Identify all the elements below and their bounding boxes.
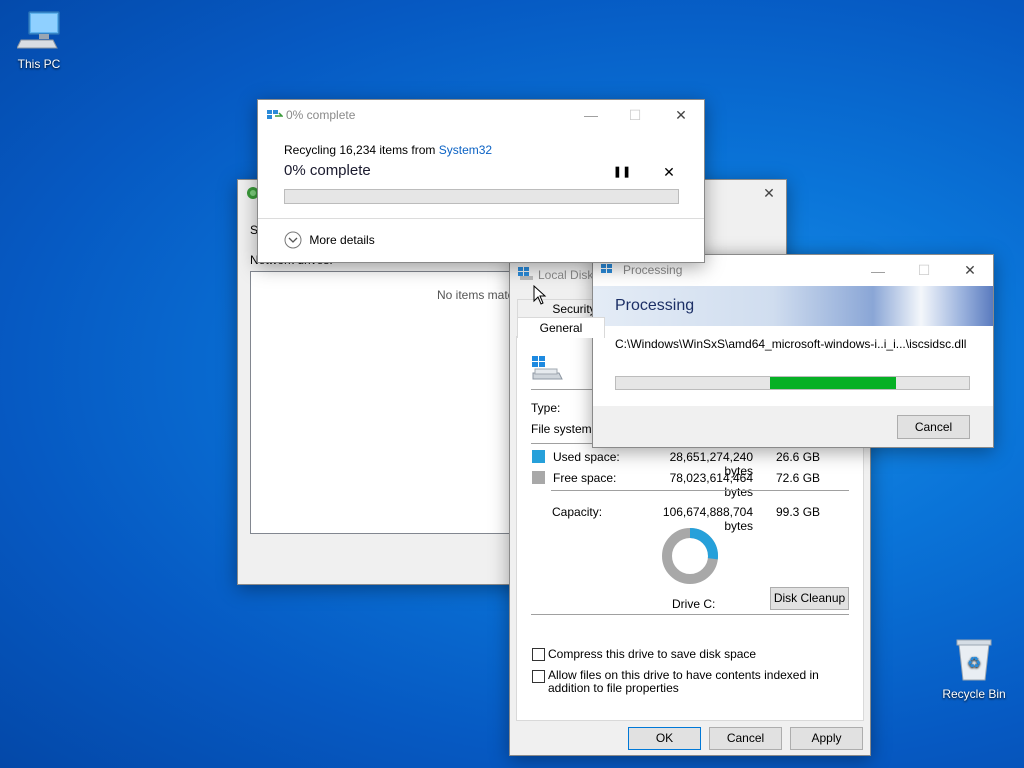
ok-label: OK: [655, 731, 674, 745]
recycle-window-title: 0% complete: [286, 108, 356, 122]
disk-cleanup-button[interactable]: Disk Cleanup: [770, 587, 849, 610]
recycle-divider: [258, 218, 704, 219]
pause-button[interactable]: ❚❚: [610, 162, 634, 182]
more-details-label: More details: [309, 233, 375, 247]
divider-bottom: [531, 614, 849, 615]
recycle-bin-desktop-icon[interactable]: ♻ Recycle Bin: [934, 638, 1014, 701]
used-space-label: Used space:: [553, 450, 620, 464]
recycle-bin-label: Recycle Bin: [942, 687, 1006, 701]
used-space-swatch: [532, 450, 545, 463]
properties-cancel-button[interactable]: Cancel: [709, 727, 782, 750]
properties-title: Local Disk (C:) Properties: [538, 268, 594, 282]
recycle-minimize-button[interactable]: —: [568, 100, 614, 130]
free-space-swatch: [532, 471, 545, 484]
recycle-status-line: Recycling 16,234 items from System32: [284, 143, 492, 157]
this-pc-label: This PC: [17, 57, 61, 71]
processing-cancel-button[interactable]: Cancel: [897, 415, 970, 439]
drive-icon: [518, 267, 533, 280]
this-pc-desktop-icon[interactable]: This PC: [3, 10, 75, 71]
recycle-status-text: Recycling 16,234 items from: [284, 143, 439, 157]
more-details-toggle[interactable]: More details: [284, 231, 375, 251]
divider-capacity: [551, 490, 849, 491]
processing-close-button[interactable]: ✕: [947, 255, 993, 286]
background-close-button[interactable]: ✕: [752, 180, 786, 206]
chevron-down-circle-icon: [284, 231, 302, 249]
free-space-bytes: 78,023,614,464 bytes: [669, 471, 753, 499]
tab-general[interactable]: General: [517, 317, 605, 338]
mouse-pointer-icon: [533, 285, 547, 305]
processing-header-text: Processing: [615, 297, 695, 314]
capacity-gb: 99.3 GB: [776, 505, 821, 519]
windows-drive-icon: [532, 356, 563, 380]
processing-progress-indicator: [770, 377, 896, 389]
processing-body: C:\Windows\WinSxS\amd64_microsoft-window…: [593, 326, 993, 406]
filesystem-label: File system:: [531, 422, 596, 436]
disk-cleanup-label: Disk Cleanup: [773, 591, 846, 605]
processing-app-icon: [601, 264, 612, 273]
processing-window: Processing — ☐ ✕ Processing C:\Windows\W…: [592, 254, 994, 448]
ok-button[interactable]: OK: [628, 727, 701, 750]
tab-general-label: General: [539, 321, 583, 335]
tab-security-label: Security: [552, 302, 596, 316]
system32-link[interactable]: System32: [439, 143, 492, 157]
stop-button[interactable]: ✕: [657, 162, 681, 182]
recycle-app-icon: [267, 110, 283, 119]
recycle-progress-window: 0% complete — ☐ ✕ Recycling 16,234 items…: [257, 99, 705, 263]
type-label: Type:: [531, 401, 561, 415]
recycle-maximize-button[interactable]: ☐: [612, 100, 658, 130]
recycle-percent-text: 0% complete: [284, 162, 371, 179]
recycle-close-button[interactable]: ✕: [658, 100, 704, 130]
recycle-progress-track: [284, 189, 679, 204]
apply-button[interactable]: Apply: [790, 727, 863, 750]
apply-label: Apply: [811, 731, 842, 745]
stop-icon: ✕: [663, 164, 675, 180]
properties-cancel-label: Cancel: [726, 731, 765, 745]
index-checkbox[interactable]: [532, 670, 545, 683]
pause-icon: ❚❚: [612, 166, 632, 178]
compress-checkbox[interactable]: [532, 648, 545, 661]
processing-progress-track: [615, 376, 970, 390]
computer-icon: [16, 11, 60, 49]
processing-header-band: Processing: [593, 286, 993, 326]
used-space-gb: 26.6 GB: [776, 450, 821, 464]
index-label: Allow files on this drive to have conten…: [548, 668, 819, 695]
processing-cancel-label: Cancel: [914, 420, 953, 434]
capacity-label: Capacity:: [552, 505, 603, 519]
processing-minimize-button[interactable]: —: [855, 255, 901, 286]
drive-c-label: Drive C:: [672, 597, 716, 611]
no-items-text: No items match: [437, 288, 521, 302]
disk-usage-donut-chart: [662, 528, 718, 584]
compress-label: Compress this drive to save disk space: [548, 647, 757, 661]
free-space-gb: 72.6 GB: [776, 471, 821, 485]
processing-title: Processing: [623, 263, 683, 277]
free-space-label: Free space:: [553, 471, 617, 485]
svg-text:♻: ♻: [967, 653, 981, 672]
processing-maximize-button[interactable]: ☐: [901, 255, 947, 286]
recycle-bin-icon: ♻: [956, 639, 992, 681]
processing-file-path: C:\Windows\WinSxS\amd64_microsoft-window…: [615, 337, 967, 351]
